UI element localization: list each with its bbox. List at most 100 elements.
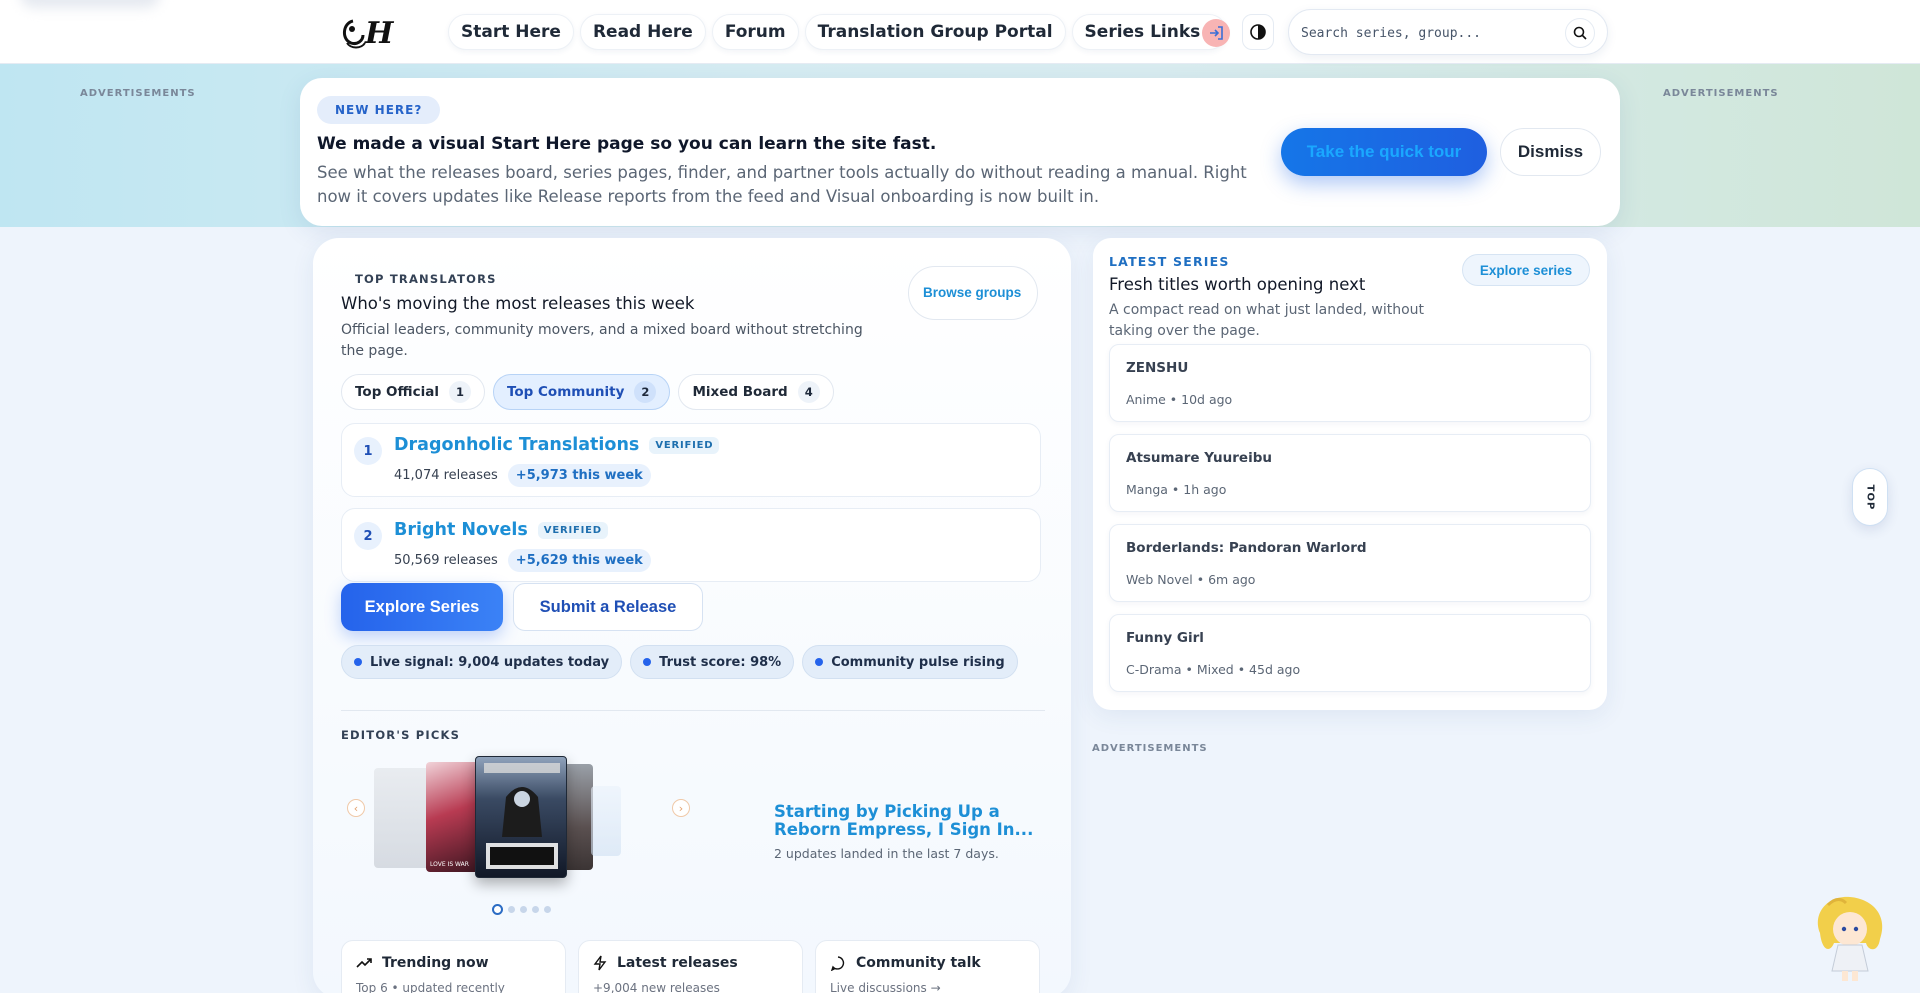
live-signal-chip: Live signal: 9,004 updates today bbox=[341, 645, 623, 679]
banner-title: We made a visual Start Here page so you … bbox=[317, 134, 937, 154]
section-divider bbox=[341, 710, 1045, 711]
trending-icon bbox=[356, 958, 372, 968]
ad-label-sidebar: ADVERTISEMENTS bbox=[1092, 743, 1208, 754]
trust-score-chip: Trust score: 98% bbox=[630, 645, 795, 679]
scroll-to-top-button[interactable]: TOP bbox=[1852, 468, 1888, 526]
editors-picks-eyebrow: EDITOR'S PICKS bbox=[341, 728, 461, 742]
verified-badge: VERIFIED bbox=[537, 522, 608, 539]
tab-count: 2 bbox=[634, 381, 657, 403]
quick-tour-button[interactable]: Take the quick tour bbox=[1281, 128, 1487, 176]
translator-name-wrap: Dragonholic Translations VERIFIED bbox=[394, 435, 720, 455]
contrast-icon bbox=[1250, 24, 1266, 40]
community-pulse-chip: Community pulse rising bbox=[802, 645, 1018, 679]
tab-top-community[interactable]: Top Community 2 bbox=[492, 374, 671, 410]
browse-groups-button[interactable]: Browse groups bbox=[908, 266, 1038, 320]
chevron-right-icon: › bbox=[678, 801, 684, 815]
section-description: Official leaders, community movers, and … bbox=[341, 322, 863, 359]
new-here-pill: NEW HERE? bbox=[317, 96, 441, 124]
series-list-item[interactable]: ZENSHU Anime • 10d ago bbox=[1109, 344, 1591, 422]
nav-start-here[interactable]: Start Here bbox=[448, 14, 574, 50]
nav-forum[interactable]: Forum bbox=[711, 14, 799, 50]
status-dot-icon bbox=[815, 658, 824, 666]
carousel-next-button[interactable]: › bbox=[672, 799, 690, 817]
tab-mixed-board[interactable]: Mixed Board 4 bbox=[678, 374, 834, 410]
pick-subtitle: 2 updates landed in the last 7 days. bbox=[774, 846, 999, 861]
ad-label-right: ADVERTISEMENTS bbox=[1663, 88, 1779, 99]
explore-series-link[interactable]: Explore series bbox=[1462, 254, 1590, 286]
latest-releases-card[interactable]: Latest releases +9,004 new releases bbox=[578, 940, 803, 993]
quick-links: Trending now Top 6 • updated recently La… bbox=[341, 940, 1040, 993]
translator-name-link[interactable]: Bright Novels bbox=[394, 520, 528, 540]
card-title: Trending now bbox=[382, 955, 489, 971]
search-input[interactable] bbox=[1301, 22, 1551, 44]
book-cover[interactable] bbox=[374, 768, 434, 868]
chip-label: Live signal: 9,004 updates today bbox=[370, 654, 610, 670]
status-dot-icon bbox=[354, 658, 362, 666]
site-logo[interactable]: H bbox=[338, 12, 402, 52]
dismiss-button[interactable]: Dismiss bbox=[1500, 128, 1601, 176]
svg-text:H: H bbox=[364, 16, 395, 51]
theme-toggle-button[interactable] bbox=[1242, 14, 1274, 50]
pagination-dot[interactable] bbox=[532, 906, 539, 913]
series-meta: Manga • 1h ago bbox=[1126, 482, 1227, 497]
editors-picks-carousel: ‹ LOVE IS WAR › bbox=[341, 756, 690, 896]
community-talk-card[interactable]: Community talk Live discussions → bbox=[815, 940, 1040, 993]
mascot-image[interactable] bbox=[1808, 893, 1892, 985]
cover-title: LOVE IS WAR bbox=[430, 861, 469, 868]
tab-top-official[interactable]: Top Official 1 bbox=[341, 374, 485, 410]
search-button[interactable] bbox=[1565, 18, 1595, 48]
release-count: 41,074 releases bbox=[394, 468, 498, 483]
card-subtitle: Live discussions → bbox=[830, 981, 941, 993]
ad-label-left: ADVERTISEMENTS bbox=[80, 88, 196, 99]
translator-row[interactable]: 2 Bright Novels VERIFIED 50,569 releases … bbox=[341, 508, 1041, 582]
nav-read-here[interactable]: Read Here bbox=[579, 14, 706, 50]
series-title: Funny Girl bbox=[1126, 630, 1204, 646]
featured-book-cover[interactable] bbox=[475, 756, 567, 878]
pick-title-link[interactable]: Starting by Picking Up a Reborn Empress,… bbox=[774, 803, 1034, 839]
chip-label: Community pulse rising bbox=[831, 654, 1005, 670]
pagination-dot[interactable] bbox=[544, 906, 551, 913]
bolt-icon bbox=[593, 955, 607, 971]
logo-icon: H bbox=[343, 16, 395, 51]
latest-series-card: LATEST SERIES Fresh titles worth opening… bbox=[1093, 238, 1607, 710]
rank-number: 1 bbox=[354, 437, 382, 465]
nav-label: Read Here bbox=[592, 22, 693, 42]
translator-row[interactable]: 1 Dragonholic Translations VERIFIED 41,07… bbox=[341, 423, 1041, 497]
nav-translation-group-portal[interactable]: Translation Group Portal bbox=[804, 14, 1066, 50]
chip-label: Trust score: 98% bbox=[659, 654, 782, 670]
card-subtitle: +9,004 new releases bbox=[593, 981, 720, 993]
cover-art-icon bbox=[484, 763, 560, 869]
weekly-delta: +5,973 this week bbox=[507, 464, 651, 487]
submit-release-button[interactable]: Submit a Release bbox=[513, 583, 703, 631]
series-list-item[interactable]: Funny Girl C-Drama • Mixed • 45d ago bbox=[1109, 614, 1591, 692]
translator-name-link[interactable]: Dragonholic Translations bbox=[394, 435, 639, 455]
carousel-prev-button[interactable]: ‹ bbox=[347, 799, 365, 817]
series-list-item[interactable]: Borderlands: Pandoran Warlord Web Novel … bbox=[1109, 524, 1591, 602]
weekly-delta: +5,629 this week bbox=[507, 549, 651, 572]
section-description: A compact read on what just landed, with… bbox=[1109, 302, 1424, 339]
pagination-dot[interactable] bbox=[508, 906, 515, 913]
carousel-pagination bbox=[492, 904, 551, 915]
card-subtitle: Top 6 • updated recently bbox=[356, 981, 505, 993]
series-list-item[interactable]: Atsumare Yuureibu Manga • 1h ago bbox=[1109, 434, 1591, 512]
explore-series-button[interactable]: Explore Series bbox=[341, 583, 503, 631]
section-title: Fresh titles worth opening next bbox=[1109, 275, 1366, 294]
series-meta: C-Drama • Mixed • 45d ago bbox=[1126, 662, 1301, 677]
login-button[interactable] bbox=[1202, 19, 1230, 47]
book-cover[interactable] bbox=[591, 786, 621, 856]
top-label: TOP bbox=[1864, 484, 1876, 510]
trending-now-card[interactable]: Trending now Top 6 • updated recently bbox=[341, 940, 566, 993]
search-icon bbox=[1573, 26, 1587, 40]
board-tabs: Top Official 1 Top Community 2 Mixed Board… bbox=[341, 374, 834, 410]
nav-label: Start Here bbox=[461, 22, 561, 42]
onboarding-banner: NEW HERE? We made a visual Start Here pa… bbox=[300, 78, 1620, 226]
nav-label: Translation Group Portal bbox=[817, 22, 1053, 42]
tab-label: Mixed Board bbox=[692, 384, 788, 400]
pagination-dot[interactable] bbox=[492, 904, 503, 915]
card-title: Latest releases bbox=[617, 955, 738, 971]
section-eyebrow: TOP TRANSLATORS bbox=[355, 272, 497, 286]
tab-label: Top Official bbox=[355, 384, 439, 400]
chevron-left-icon: ‹ bbox=[353, 801, 359, 815]
pagination-dot[interactable] bbox=[520, 906, 527, 913]
tab-count: 1 bbox=[448, 381, 471, 403]
